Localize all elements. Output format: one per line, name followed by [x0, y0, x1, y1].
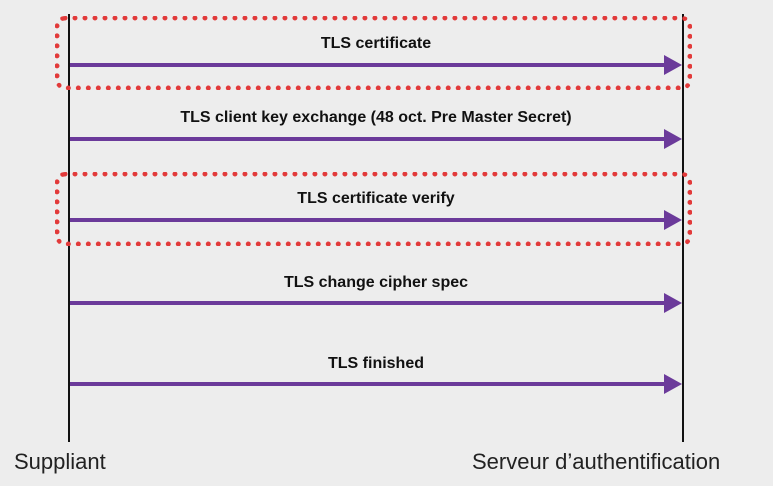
message-label-finished: TLS finished	[328, 355, 424, 372]
message-label-certificate-verify: TLS certificate verify	[297, 190, 455, 207]
arrow-certificate-verify	[70, 218, 670, 222]
arrow-change-cipher-spec	[70, 301, 670, 305]
actor-supplicant: Suppliant	[14, 449, 106, 474]
arrowhead-client-key-exchange	[664, 129, 682, 149]
message-label-change-cipher-spec: TLS change cipher spec	[283, 274, 469, 291]
arrowhead-change-cipher-spec	[664, 293, 682, 313]
message-label-client-key-exchange: TLS client key exchange (48 oct. Pre Mas…	[180, 109, 572, 126]
highlight-box-certificate-verify	[55, 172, 692, 246]
message-label-certificate: TLS certificate	[320, 35, 432, 52]
highlight-box-certificate	[55, 16, 692, 90]
sequence-diagram: TLS certificate TLS client key exchange …	[0, 0, 773, 486]
arrow-client-key-exchange	[70, 137, 670, 141]
arrow-finished	[70, 382, 670, 386]
arrow-certificate	[70, 63, 670, 67]
arrowhead-certificate-verify	[664, 210, 682, 230]
arrowhead-finished	[664, 374, 682, 394]
arrowhead-certificate	[664, 55, 682, 75]
actor-auth-server: Serveur d’authentification	[472, 449, 721, 474]
